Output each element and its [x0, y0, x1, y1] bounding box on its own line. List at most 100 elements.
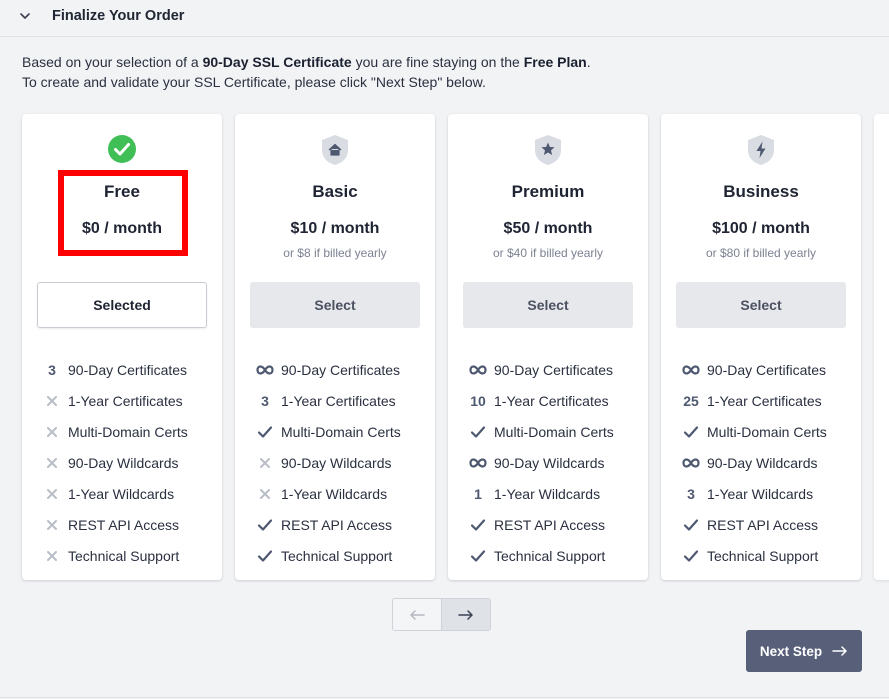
x-icon — [40, 426, 64, 438]
next-step-button[interactable]: Next Step — [746, 630, 862, 672]
feature-label: 90-Day Certificates — [281, 361, 401, 378]
feature-label: 90-Day Wildcards — [281, 454, 392, 471]
check-icon — [253, 549, 277, 563]
plan-card-business: Business $100 / month or $80 if billed yea… — [661, 114, 861, 580]
feature-item: 90-Day Certificates — [253, 354, 427, 385]
feature-item: 3 90-Day Certificates — [40, 354, 214, 385]
feature-item: 1-Year Wildcards — [253, 478, 427, 509]
next-step-label: Next Step — [759, 643, 823, 659]
intro-suffix: . — [586, 54, 591, 70]
feature-item: Technical Support — [253, 540, 427, 571]
check-icon — [679, 425, 703, 439]
feature-item: 25 1-Year Certificates — [679, 385, 853, 416]
feature-label: Multi-Domain Certs — [68, 423, 188, 440]
feature-label: REST API Access — [494, 516, 606, 533]
infinity-icon — [679, 457, 703, 468]
plan-card-free: Free $0 / month Selected 3 90-Day Certificat… — [22, 114, 222, 580]
feature-item: 1-Year Certificates — [40, 385, 214, 416]
feature-item: Technical Support — [40, 540, 214, 571]
section-header[interactable]: Finalize Your Order — [18, 8, 184, 24]
feature-label: 90-Day Wildcards — [68, 454, 179, 471]
feature-item: REST API Access — [679, 509, 853, 540]
check-icon — [253, 518, 277, 532]
pager-next-button[interactable] — [441, 599, 490, 630]
arrow-right-icon — [832, 646, 847, 656]
feature-item: 10 1-Year Certificates — [466, 385, 640, 416]
feature-item: REST API Access — [253, 509, 427, 540]
feature-quantity: 3 — [687, 485, 695, 502]
finalize-order-page: Finalize Your Order Based on your select… — [0, 0, 889, 699]
feature-label: Multi-Domain Certs — [707, 423, 827, 440]
feature-label: REST API Access — [68, 516, 180, 533]
business-plan-select-button[interactable]: Select — [676, 282, 846, 328]
feature-item: 3 1-Year Wildcards — [679, 478, 853, 509]
feature-label: Technical Support — [68, 547, 180, 564]
feature-item: REST API Access — [466, 509, 640, 540]
intro-line-2: To create and validate your SSL Certific… — [22, 74, 486, 90]
plan-card-basic: Basic $10 / month or $8 if billed yearly Se… — [235, 114, 435, 580]
feature-item: 1 1-Year Wildcards — [466, 478, 640, 509]
feature-label: Technical Support — [281, 547, 393, 564]
feature-quantity: 1 — [474, 485, 482, 502]
feature-label: 90-Day Wildcards — [494, 454, 605, 471]
plan-yearly-price: or $40 if billed yearly — [492, 246, 604, 260]
check-icon — [466, 549, 490, 563]
feature-item: 1-Year Wildcards — [40, 478, 214, 509]
feature-label: 90-Day Certificates — [707, 361, 827, 378]
feature-item: 90-Day Certificates — [679, 354, 853, 385]
feature-item: Technical Support — [679, 540, 853, 571]
feature-item: 90-Day Wildcards — [679, 447, 853, 478]
x-icon — [40, 488, 64, 500]
x-icon — [253, 488, 277, 500]
feature-item: Multi-Domain Certs — [466, 416, 640, 447]
feature-label: 1-Year Wildcards — [494, 485, 601, 502]
premium-plan-select-button[interactable]: Select — [463, 282, 633, 328]
bottom-divider — [0, 697, 889, 698]
chevron-down-icon[interactable] — [18, 9, 32, 23]
plan-price: $50 / month — [503, 220, 593, 237]
intro-mid: you are fine staying on the — [351, 54, 524, 70]
header-divider — [0, 36, 889, 37]
feature-label: 1-Year Certificates — [707, 392, 822, 409]
feature-list: 90-Day Certificates 10 1-Year Certificates… — [466, 354, 640, 571]
pager-prev-button[interactable] — [393, 599, 442, 630]
intro-text: Based on your selection of a 90-Day SSL … — [22, 52, 591, 92]
feature-quantity: 3 — [48, 361, 56, 378]
feature-label: 1-Year Certificates — [281, 392, 396, 409]
x-icon — [40, 519, 64, 531]
feature-label: 1-Year Wildcards — [281, 485, 388, 502]
feature-label: 90-Day Certificates — [68, 361, 188, 378]
feature-label: 1-Year Certificates — [494, 392, 609, 409]
basic-plan-select-button[interactable]: Select — [250, 282, 420, 328]
feature-label: Technical Support — [707, 547, 819, 564]
feature-item: Multi-Domain Certs — [253, 416, 427, 447]
x-icon — [40, 395, 64, 407]
feature-label: REST API Access — [281, 516, 393, 533]
feature-list: 90-Day Certificates 3 1-Year Certificates M… — [253, 354, 427, 571]
plan-price: $10 / month — [290, 220, 380, 237]
highlight-box — [58, 170, 188, 256]
feature-item: REST API Access — [40, 509, 214, 540]
x-icon — [253, 457, 277, 469]
infinity-icon — [253, 364, 277, 375]
feature-list: 90-Day Certificates 25 1-Year Certificates… — [679, 354, 853, 571]
feature-list: 3 90-Day Certificates 1-Year Certificates M… — [40, 354, 214, 571]
section-title: Finalize Your Order — [52, 8, 185, 24]
intro-certificate: 90-Day SSL Certificate — [202, 54, 352, 70]
shield-star-icon — [448, 134, 648, 166]
feature-item: 90-Day Wildcards — [253, 447, 427, 478]
check-icon — [466, 425, 490, 439]
plan-name: Basic — [312, 182, 358, 201]
shield-bolt-icon — [661, 134, 861, 166]
free-plan-selected-button[interactable]: Selected — [37, 282, 207, 328]
feature-label: 1-Year Certificates — [68, 392, 183, 409]
next-plan-card-partial — [874, 114, 889, 580]
plan-yearly-price: or $8 if billed yearly — [283, 246, 387, 260]
plan-card-premium: Premium $50 / month or $40 if billed yearl… — [448, 114, 648, 580]
feature-item: 90-Day Wildcards — [466, 447, 640, 478]
feature-item: 90-Day Certificates — [466, 354, 640, 385]
feature-item: Multi-Domain Certs — [679, 416, 853, 447]
x-icon — [40, 550, 64, 562]
feature-quantity: 10 — [470, 392, 486, 409]
feature-quantity: 25 — [683, 392, 699, 409]
